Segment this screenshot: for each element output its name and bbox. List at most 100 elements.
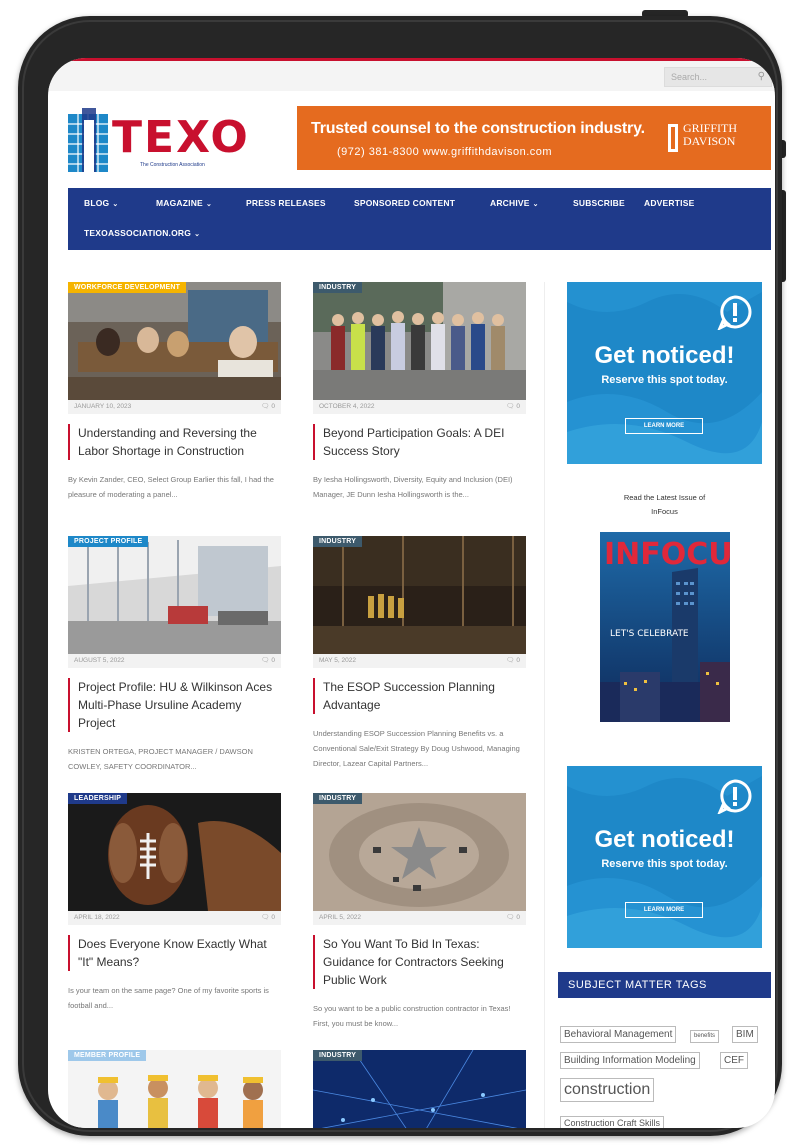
tablet-screen: Search... ⚲ TEXO The Construction Associ… [48,58,775,1128]
tag-link[interactable]: construction [560,1078,655,1102]
comment-icon: 🗨 [506,657,515,664]
magazine-headline: LET'S CELEBRATE [610,629,689,639]
comments-count[interactable]: 🗨 0 [506,911,520,925]
ad-subtitle: Reserve this spot today. [601,858,728,870]
tag-link[interactable]: Behavioral Management [560,1026,677,1043]
nav-item-blog[interactable]: BLOG ⌄ [84,198,118,208]
tag-link[interactable]: benefits [690,1030,720,1043]
category-badge[interactable]: INDUSTRY [313,1050,363,1061]
article-card[interactable]: INDUSTRY APRIL 5, 2022 🗨 0 So You Want T… [313,793,526,1031]
comments-count[interactable]: 🗨 0 [261,654,275,668]
latest-issue-label: Read the Latest Issue of InFocus [567,491,762,519]
nav-label: ARCHIVE [490,198,530,208]
ad-title: Get noticed! [594,826,735,853]
article-title[interactable]: So You Want To Bid In Texas: Guidance fo… [313,935,526,989]
article-date: JANUARY 10, 2023 [74,403,132,410]
logo-text: TEXO [112,112,250,163]
article-thumbnail[interactable]: INDUSTRY [313,282,526,400]
article-thumbnail[interactable]: WORKFORCE DEVELOPMENT [68,282,281,400]
comments-count[interactable]: 🗨 0 [506,654,520,668]
article-title[interactable]: Understanding and Reversing the Labor Sh… [68,424,281,460]
article-card[interactable]: INDUSTRY MAY 5, 2022 🗨 0 The ESOP Succes… [313,536,526,771]
article-title[interactable]: Beyond Participation Goals: A DEI Succes… [313,424,526,460]
article-thumbnail[interactable]: PROJECT PROFILE [68,536,281,654]
category-badge[interactable]: INDUSTRY [313,536,363,547]
nav-item-sponsored-content[interactable]: SPONSORED CONTENT [354,198,455,208]
comments-count[interactable]: 🗨 0 [261,400,275,414]
nav-item-magazine[interactable]: MAGAZINE ⌄ [156,198,212,208]
article-card[interactable]: LEADERSHIP APRIL 18, 2022 🗨 0 Does Every… [68,793,281,1013]
article-date: MAY 5, 2022 [319,657,356,664]
sidebar-ad[interactable]: Get noticed! Reserve this spot today. LE… [567,282,762,464]
griffith-davison-logo-icon [668,124,678,152]
category-badge[interactable]: PROJECT PROFILE [68,536,149,547]
article-title[interactable]: Project Profile: HU & Wilkinson Aces Mul… [68,678,281,732]
group-photo [313,282,526,400]
comment-icon: 🗨 [261,403,270,410]
magazine-cover-image: INFOCUS LET'S CELEBRATE [600,532,730,722]
article-thumbnail[interactable]: INDUSTRY [313,793,526,911]
article-meta: JANUARY 10, 2023 🗨 0 [68,400,281,414]
nav-item-press-releases[interactable]: PRESS RELEASES [246,198,326,208]
tag-link[interactable]: Building Information Modeling [560,1052,700,1069]
latest-issue-line1: Read the Latest Issue of [623,493,706,502]
web-page: Search... ⚲ TEXO The Construction Associ… [48,58,775,1128]
article-card[interactable]: INDUSTRY [313,1050,526,1128]
banner-brand: GRIFFITH DAVISON [683,122,737,148]
tag-link[interactable]: Construction Craft Skills [560,1116,665,1128]
article-card[interactable]: PROJECT PROFILE AUGUST 5, 2022 🗨 0 Proje… [68,536,281,774]
article-date: OCTOBER 4, 2022 [319,403,375,410]
category-badge[interactable]: INDUSTRY [313,793,363,804]
article-thumbnail[interactable]: MEMBER PROFILE [68,1050,281,1128]
article-card[interactable]: INDUSTRY OCTOBER 4, 2022 🗨 0 Beyond Part… [313,282,526,502]
magazine-cover[interactable]: INFOCUS LET'S CELEBRATE [600,532,730,722]
search-icon[interactable]: ⚲ [758,68,765,86]
category-badge[interactable]: INDUSTRY [313,282,363,293]
ad-subtitle: Reserve this spot today. [601,374,728,386]
article-card[interactable]: MEMBER PROFILE [68,1050,281,1128]
category-badge[interactable]: MEMBER PROFILE [68,1050,147,1061]
nav-label: TEXOASSOCIATION.ORG [84,228,192,238]
article-meta: APRIL 5, 2022 🗨 0 [313,911,526,925]
category-badge[interactable]: WORKFORCE DEVELOPMENT [68,282,187,293]
nav-item-archive[interactable]: ARCHIVE ⌄ [490,198,539,208]
nav-label: BLOG [84,198,110,208]
tag-link[interactable]: BIM [732,1026,758,1043]
comment-count: 0 [516,914,520,921]
nav-item-texoassociation[interactable]: TEXOASSOCIATION.ORG ⌄ [84,228,200,238]
comment-count: 0 [271,403,275,410]
column-divider [544,282,545,1128]
sidebar-ad[interactable]: Get noticed! Reserve this spot today. LE… [567,766,762,948]
chevron-down-icon: ⌄ [194,231,201,238]
ad-title: Get noticed! [594,342,735,369]
article-date: APRIL 5, 2022 [319,914,362,921]
article-title[interactable]: The ESOP Succession Planning Advantage [313,678,526,714]
article-date: AUGUST 5, 2022 [74,657,125,664]
comment-count: 0 [516,403,520,410]
comments-count[interactable]: 🗨 0 [506,400,520,414]
article-thumbnail[interactable]: LEADERSHIP [68,793,281,911]
nav-item-advertise[interactable]: ADVERTISE [644,198,694,208]
nav-label: MAGAZINE [156,198,203,208]
school-interior-photo [68,536,281,654]
category-badge[interactable]: LEADERSHIP [68,793,128,804]
comment-count: 0 [271,657,275,664]
nav-item-subscribe[interactable]: SUBSCRIBE [573,198,625,208]
site-logo[interactable]: TEXO The Construction Association [68,108,248,172]
article-meta: APRIL 18, 2022 🗨 0 [68,911,281,925]
comment-count: 0 [516,657,520,664]
search-input[interactable]: Search... ⚲ [664,67,772,87]
comments-count[interactable]: 🗨 0 [261,911,275,925]
football-hands-photo [68,793,281,911]
learn-more-button[interactable]: LEARN MORE [625,418,703,434]
learn-more-button[interactable]: LEARN MORE [625,902,703,918]
article-thumbnail[interactable]: INDUSTRY [313,1050,526,1128]
banner-ad[interactable]: Trusted counsel to the construction indu… [297,106,771,170]
chevron-down-icon: ⌄ [112,201,119,208]
article-card[interactable]: WORKFORCE DEVELOPMENT JANUARY 10, 2023 🗨… [68,282,281,502]
article-title[interactable]: Does Everyone Know Exactly What "It" Mea… [68,935,281,971]
tag-link[interactable]: CEF [720,1052,748,1069]
magazine-title: INFOCUS [604,537,730,572]
comment-icon: 🗨 [261,914,270,921]
article-thumbnail[interactable]: INDUSTRY [313,536,526,654]
